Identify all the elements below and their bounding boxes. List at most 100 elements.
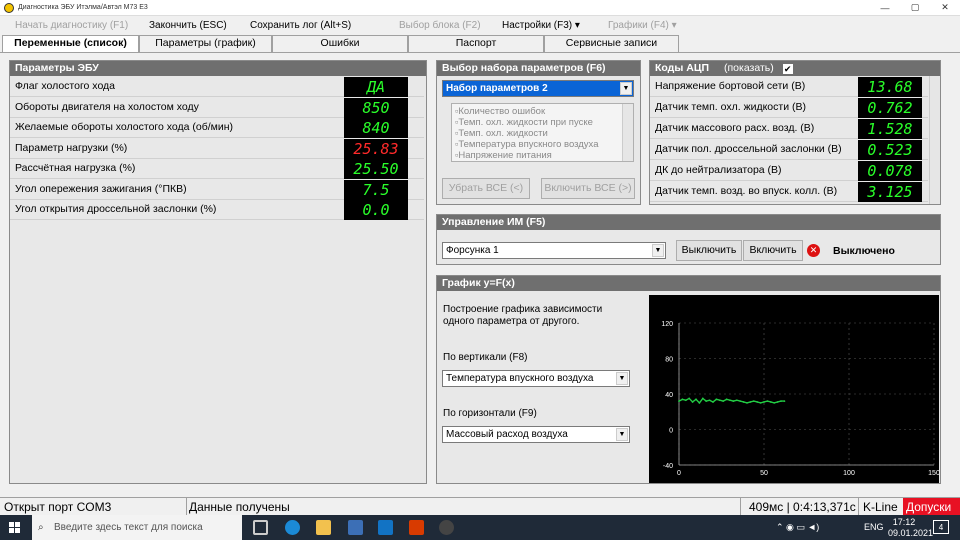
actuator-status: Выключено	[833, 245, 895, 257]
adc-label: Датчик пол. дроссельной заслонки (В)	[655, 143, 842, 155]
tab-service-records[interactable]: Сервисные записи	[544, 35, 679, 52]
status-access[interactable]: Допуски	[903, 498, 960, 516]
diagnostics-app-icon[interactable]	[439, 520, 454, 535]
param-set-select[interactable]: Набор параметров 2 ▼	[442, 80, 634, 97]
plot-point	[735, 399, 738, 402]
store-icon[interactable]	[348, 520, 363, 535]
plot-point	[708, 399, 711, 402]
tray-icons[interactable]: ⌃ ◉ ▭ ◄)	[776, 515, 819, 540]
turn-off-button[interactable]: Выключить	[676, 240, 742, 261]
search-placeholder: Введите здесь текст для поиска	[54, 522, 203, 533]
adc-row: Датчик пол. дроссельной заслонки (В) 0.52…	[650, 139, 928, 160]
param-set-title: Выбор набора параметров (F6)	[437, 61, 640, 76]
window-title: Диагностика ЭБУ Итэлма/Автэл M73 Е3	[18, 4, 148, 11]
taskbar-search-input[interactable]: ⌕ Введите здесь текст для поиска	[32, 515, 242, 540]
close-button[interactable]: ✕	[930, 2, 960, 13]
horizontal-axis-label: По горизонтали (F9)	[443, 408, 537, 419]
adc-label: Датчик массового расх. возд. (В)	[655, 122, 815, 134]
chevron-down-icon[interactable]: ▼	[652, 244, 664, 257]
plot-y-tick-label: 120	[661, 321, 673, 328]
tray-date: 09.01.2021	[888, 528, 934, 538]
ecu-param-label: Угол открытия дроссельной заслонки (%)	[15, 203, 217, 215]
ecu-param-value: 0.0	[344, 200, 408, 220]
menu-save-log[interactable]: Сохранить лог (Alt+S)	[250, 20, 351, 31]
adc-scrollbar[interactable]	[929, 76, 940, 204]
menu-start-diagnostics[interactable]: Начать диагностику (F1)	[15, 20, 128, 31]
status-port: Открыт порт COM3	[4, 500, 112, 514]
plot-x-tick-label: 0	[677, 470, 681, 477]
notifications-icon[interactable]: 4	[933, 520, 949, 534]
search-icon: ⌕	[38, 522, 44, 533]
adc-label: Датчик темп. возд. во впуск. колл. (В)	[655, 185, 838, 197]
ecu-params-panel: Параметры ЭБУ Флаг холостого хода ДА Оборо…	[9, 60, 427, 484]
office-icon[interactable]	[409, 520, 424, 535]
plot-y-tick-label: 80	[665, 357, 673, 364]
ecu-param-value: 25.83	[344, 138, 408, 159]
param-list-item[interactable]: ▫Темп. охл. жидкости	[455, 128, 548, 139]
file-explorer-icon[interactable]	[316, 520, 331, 535]
vertical-axis-label: По вертикали (F8)	[443, 352, 528, 363]
param-list[interactable]: ▫Количество ошибок ▫Темп. охл. жидкости п…	[451, 103, 634, 162]
plot-point	[780, 400, 782, 402]
plot-point	[725, 398, 728, 401]
turn-on-button[interactable]: Включить	[743, 240, 803, 261]
edge-browser-icon[interactable]	[285, 520, 300, 535]
minimize-button[interactable]: —	[870, 3, 900, 13]
adc-show-checkbox[interactable]: ✔	[782, 64, 793, 74]
tab-passport[interactable]: Паспорт	[408, 35, 544, 52]
param-list-item-label: Напряжение питания	[458, 150, 552, 161]
chevron-down-icon[interactable]: ▼	[620, 82, 632, 95]
param-list-item[interactable]: ▫Количество ошибок	[455, 106, 545, 117]
param-list-item[interactable]: ▫Темп. охл. жидкости при пуске	[455, 117, 593, 128]
ecu-param-value: 840	[344, 118, 408, 138]
ecu-param-label: Флаг холостого хода	[15, 80, 116, 92]
add-all-button[interactable]: Включить ВСЕ (>)	[541, 178, 635, 199]
chevron-down-icon[interactable]: ▼	[616, 372, 628, 385]
menu-select-unit[interactable]: Выбор блока (F2)	[399, 20, 481, 31]
chevron-down-icon[interactable]: ▼	[616, 428, 628, 441]
adc-row: ДК до нейтрализатора (В) 0.078	[650, 160, 928, 181]
plot-point	[718, 399, 721, 402]
maximize-button[interactable]: ▢	[900, 2, 930, 13]
tab-params-graph[interactable]: Параметры (график)	[139, 35, 272, 52]
param-list-item[interactable]: ▫Напряжение питания	[455, 150, 552, 161]
ecu-param-row: Обороты двигателя на холостом ходу 850	[10, 97, 424, 118]
tray-clock[interactable]: 17:12 09.01.2021	[888, 517, 933, 539]
app-logo-icon	[4, 2, 14, 13]
status-timing: 409мс | 0:4:13,371с	[749, 500, 856, 514]
ecu-param-label: Параметр нагрузки (%)	[15, 141, 128, 154]
plot-title: График y=F(x)	[437, 276, 940, 291]
remove-all-button[interactable]: Убрать ВСЕ (<)	[442, 178, 530, 199]
param-list-item[interactable]: ▫Температура впускного воздуха	[455, 139, 599, 150]
vertical-param-select[interactable]: Температура впускного воздуха ▼	[442, 370, 630, 387]
horizontal-param-value: Массовый расход воздуха	[446, 429, 568, 440]
error-status-icon: ✕	[807, 244, 820, 257]
horizontal-param-select[interactable]: Массовый расход воздуха ▼	[442, 426, 630, 443]
tab-errors[interactable]: Ошибки	[272, 35, 408, 52]
menu-settings[interactable]: Настройки (F3) ▾	[502, 20, 580, 31]
actuator-select[interactable]: Форсунка 1 ▼	[442, 242, 666, 259]
actuator-panel: Управление ИМ (F5) Форсунка 1 ▼ Выключит…	[436, 214, 941, 265]
plot-point	[732, 400, 735, 402]
title-bar: Диагностика ЭБУ Итэлма/Автэл M73 Е3 — ▢ …	[0, 0, 960, 16]
task-view-icon[interactable]	[253, 520, 268, 535]
mail-icon[interactable]	[378, 520, 393, 535]
windows-start-icon[interactable]	[9, 522, 20, 533]
ecu-param-row: Рассчётная нагрузка (%) 25.50	[10, 158, 424, 179]
param-list-scrollbar[interactable]	[622, 104, 633, 161]
param-list-item-label: Темп. охл. жидкости	[458, 128, 548, 139]
tray-language[interactable]: ENG	[864, 515, 884, 540]
adc-row: Напряжение бортовой сети (В) 13.68	[650, 76, 928, 97]
ecu-param-row: Угол опережения зажигания (°ПКВ) 7.5	[10, 179, 424, 200]
ecu-param-row: Параметр нагрузки (%) 25.83	[10, 138, 424, 159]
menu-graphs[interactable]: Графики (F4) ▾	[608, 20, 677, 31]
tab-variables-list[interactable]: Переменные (список)	[2, 35, 139, 53]
menu-finish[interactable]: Закончить (ESC)	[149, 20, 227, 31]
ecu-params-title: Параметры ЭБУ	[10, 61, 426, 76]
plot-point	[752, 400, 755, 402]
plot-x-tick-label: 100	[843, 470, 855, 477]
param-list-item-label: Темп. охл. жидкости при пуске	[458, 117, 593, 128]
plot-point	[729, 399, 731, 402]
plot-description-2: одного параметра от другого.	[443, 316, 580, 327]
status-interface: K-Line	[863, 500, 898, 514]
